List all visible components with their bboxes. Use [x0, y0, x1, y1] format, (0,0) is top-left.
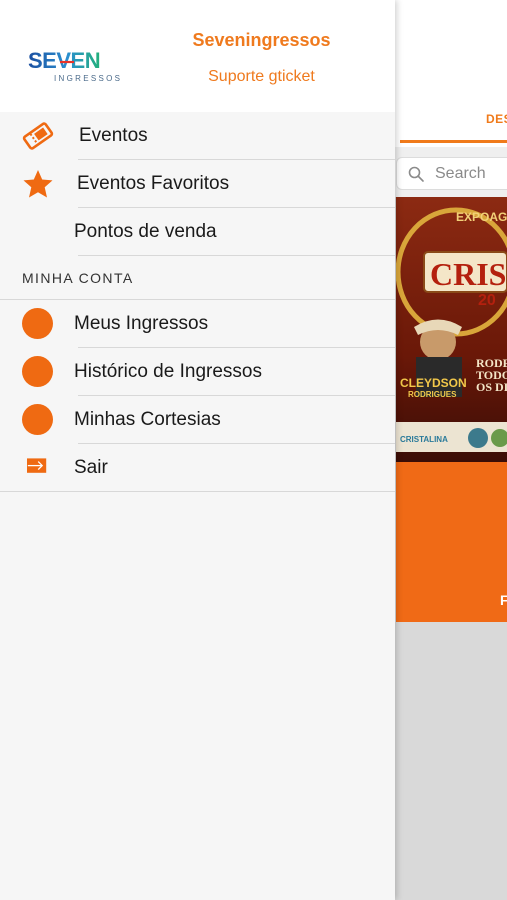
logout-icon — [27, 458, 47, 473]
menu-item-label: Meus Ingressos — [74, 313, 209, 334]
menu-item-label: Minhas Cortesias — [74, 409, 221, 430]
search-icon — [408, 166, 424, 182]
tab-indicator — [400, 140, 507, 143]
event-buy-bar[interactable]: F — [396, 462, 507, 622]
tab-bar: DES — [395, 100, 507, 147]
logo-brand-text: SEVEN — [28, 48, 100, 73]
tab-destaques[interactable]: DES — [486, 112, 507, 126]
app-title: Seveningressos — [192, 30, 331, 50]
drawer-header: SEVEN INGRESSOS Seveningressos Suporte g… — [0, 0, 395, 112]
section-label: MINHA CONTA — [22, 270, 134, 286]
orange-dot-icon — [22, 404, 53, 435]
sponsor-text: CRISTALINA — [400, 435, 448, 444]
artist-name-line1: CLEYDSON — [400, 376, 467, 390]
menu-item-meus-ingressos[interactable]: Meus Ingressos — [0, 300, 395, 348]
app-header — [395, 0, 507, 100]
menu-item-minhas-cortesias[interactable]: Minhas Cortesias — [0, 396, 395, 444]
orange-dot-icon — [22, 308, 53, 339]
event-buy-label: F — [500, 592, 507, 608]
banner-year: 20 — [478, 292, 496, 309]
support-link[interactable]: Suporte gticket — [150, 68, 373, 86]
menu-item-label: Sair — [74, 457, 108, 478]
menu-item-eventos-favoritos[interactable]: Eventos Favoritos — [0, 160, 395, 208]
event-banner[interactable]: CRISTA EXPOAG 20 CLEYDSON RODRIGUES RODE… — [396, 197, 507, 462]
menu-item-historico-de-ingressos[interactable]: Histórico de Ingressos — [0, 348, 395, 396]
section-header-minha-conta: MINHA CONTA — [0, 256, 395, 300]
logo-sub-text: INGRESSOS — [54, 74, 122, 83]
menu-item-pontos-de-venda[interactable]: Pontos de venda — [0, 208, 395, 256]
navigation-drawer: SEVEN INGRESSOS Seveningressos Suporte g… — [0, 0, 395, 900]
ticket-icon — [22, 122, 54, 150]
seven-ingressos-logo: SEVEN INGRESSOS — [28, 48, 122, 83]
banner-side-text3: OS DI — [476, 380, 507, 394]
banner-top-text: EXPOAG — [456, 210, 507, 224]
divider — [0, 491, 395, 492]
orange-dot-icon — [22, 356, 53, 387]
search-placeholder: Search — [435, 165, 486, 182]
event-banner-image: CRISTA EXPOAG 20 CLEYDSON RODRIGUES RODE… — [396, 197, 507, 462]
menu-item-label: Pontos de venda — [74, 221, 217, 242]
search-input[interactable]: Search — [396, 157, 507, 190]
star-icon — [23, 170, 53, 198]
artist-name-line2: RODRIGUES — [408, 390, 457, 399]
menu-item-eventos[interactable]: Eventos — [0, 112, 395, 160]
menu-item-label: Histórico de Ingressos — [74, 361, 262, 382]
menu-item-label: Eventos — [79, 125, 148, 146]
menu-item-sair[interactable]: Sair — [0, 444, 395, 492]
banner-title: CRISTA — [430, 256, 507, 292]
menu-item-label: Eventos Favoritos — [77, 173, 230, 194]
